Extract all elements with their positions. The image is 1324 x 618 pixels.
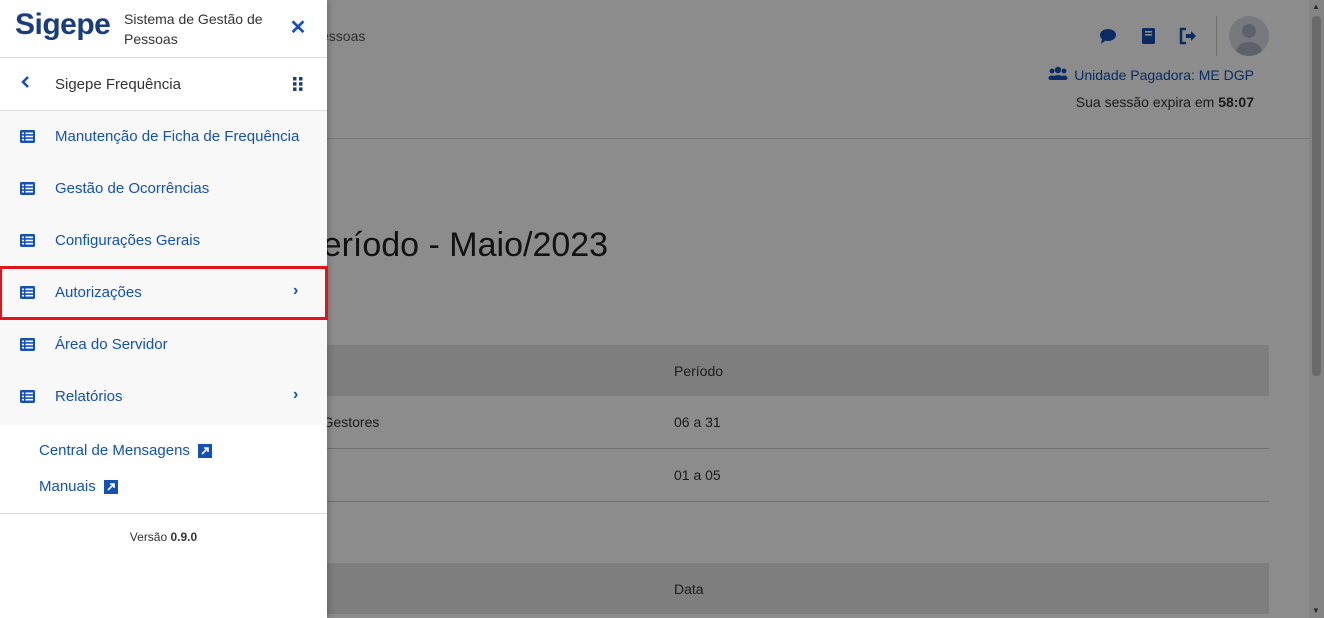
sidebar-header: Sigepe Sistema de Gestão de Pessoas ✕ bbox=[0, 0, 327, 58]
sidebar-item-configuracoes[interactable]: Configurações Gerais bbox=[0, 215, 327, 267]
sidebar-menu-list: Manutenção de Ficha de Frequência Gestão… bbox=[0, 111, 328, 425]
logo-subtitle: Sistema de Gestão de Pessoas bbox=[124, 11, 263, 47]
close-icon[interactable]: ✕ bbox=[286, 17, 310, 41]
grid-icon[interactable] bbox=[292, 76, 304, 92]
sidebar-menu: Sigepe Sistema de Gestão de Pessoas ✕ Si… bbox=[0, 0, 328, 618]
link-label: Manuais bbox=[39, 478, 96, 495]
manuais-link[interactable]: Manuais bbox=[39, 478, 118, 495]
external-link-icon bbox=[197, 443, 212, 458]
sidebar-item-label: Manutenção de Ficha de Frequência bbox=[55, 128, 300, 145]
chevron-right-icon: › bbox=[293, 386, 299, 403]
sidebar-item-autorizacoes[interactable]: Autorizações › bbox=[0, 266, 328, 320]
sigepe-logo[interactable]: Sigepe bbox=[15, 8, 111, 42]
sidebar-item-label: Configurações Gerais bbox=[55, 232, 201, 249]
link-label: Central de Mensagens bbox=[39, 442, 190, 459]
sidebar-item-label: Gestão de Ocorrências bbox=[55, 180, 210, 197]
chevron-left-icon[interactable] bbox=[20, 75, 30, 94]
version-info: Versão 0.9.0 bbox=[0, 530, 327, 544]
list-icon bbox=[20, 234, 35, 247]
sidebar-item-ocorrencias[interactable]: Gestão de Ocorrências bbox=[0, 163, 327, 215]
chevron-right-icon: › bbox=[293, 282, 299, 299]
sidebar-item-label: Relatórios bbox=[55, 388, 123, 405]
sidebar-item-label: Área do Servidor bbox=[55, 336, 168, 353]
central-mensagens-link[interactable]: Central de Mensagens bbox=[39, 442, 212, 459]
list-icon bbox=[20, 130, 35, 143]
list-icon bbox=[20, 286, 35, 299]
list-icon bbox=[20, 182, 35, 195]
sidebar-item-relatorios[interactable]: Relatórios › bbox=[0, 371, 327, 423]
external-link-icon bbox=[103, 479, 118, 494]
sidebar-links: Central de Mensagens Manuais bbox=[0, 425, 327, 514]
version-number: 0.9.0 bbox=[170, 530, 198, 544]
list-icon bbox=[20, 390, 35, 403]
sidebar-item-label: Autorizações bbox=[55, 284, 142, 301]
module-name: Sigepe Frequência bbox=[55, 76, 181, 93]
module-header[interactable]: Sigepe Frequência bbox=[0, 58, 327, 111]
version-label: Versão bbox=[129, 530, 168, 544]
sidebar-item-area-servidor[interactable]: Área do Servidor bbox=[0, 319, 327, 371]
list-icon bbox=[20, 338, 35, 351]
sidebar-item-manutencao[interactable]: Manutenção de Ficha de Frequência bbox=[0, 111, 327, 163]
